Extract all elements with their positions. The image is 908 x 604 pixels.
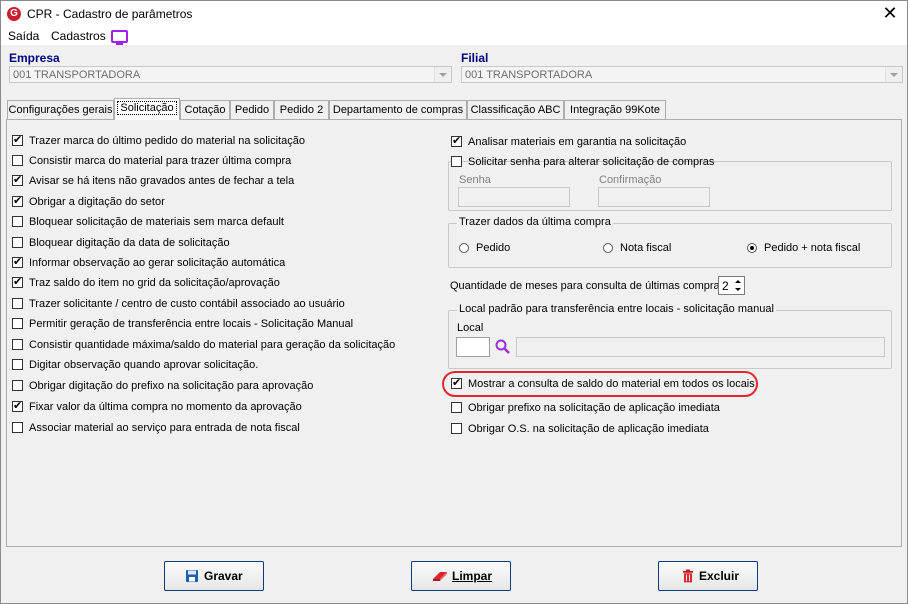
option-label: Trazer marca do último pedido do materia… bbox=[29, 135, 305, 147]
empresa-label: Empresa bbox=[9, 51, 60, 65]
eraser-icon bbox=[433, 572, 447, 581]
meses-label: Quantidade de meses para consulta de últ… bbox=[450, 280, 726, 292]
confirmacao-input[interactable] bbox=[598, 187, 710, 207]
checkbox[interactable] bbox=[451, 423, 462, 434]
main-window: G CPR - Cadastro de parâmetros ✕ Saída C… bbox=[0, 0, 908, 604]
gravar-button[interactable]: Gravar bbox=[164, 561, 264, 591]
menu-saida[interactable]: Saída bbox=[8, 29, 39, 43]
checkbox[interactable] bbox=[12, 133, 23, 147]
tab-classificacao-abc[interactable]: Classificação ABC bbox=[467, 100, 564, 119]
checkbox[interactable] bbox=[12, 339, 23, 350]
confirmacao-label: Confirmação bbox=[599, 174, 662, 186]
option-label: Trazer solicitante / centro de custo con… bbox=[29, 298, 345, 310]
radio-button[interactable] bbox=[747, 243, 757, 253]
search-icon[interactable] bbox=[494, 338, 511, 355]
checkbox[interactable] bbox=[12, 399, 23, 413]
option-label: Obrigar digitação do prefixo na solicita… bbox=[29, 380, 314, 392]
filial-label: Filial bbox=[461, 51, 489, 65]
local-code-input[interactable] bbox=[456, 337, 490, 357]
option-label: Obrigar prefixo na solicitação de aplica… bbox=[468, 402, 720, 414]
checkbox[interactable] bbox=[12, 318, 23, 329]
monitor-icon[interactable] bbox=[111, 30, 128, 45]
checkbox[interactable] bbox=[12, 359, 23, 370]
option-label: Informar observação ao gerar solicitação… bbox=[29, 257, 286, 269]
excluir-button[interactable]: Excluir bbox=[658, 561, 758, 591]
option-label: Solicitar senha para alterar solicitação… bbox=[468, 156, 715, 168]
senha-input[interactable] bbox=[458, 187, 570, 207]
checkbox[interactable] bbox=[12, 422, 23, 433]
gravar-label: Gravar bbox=[204, 569, 243, 583]
radio-label: Pedido + nota fiscal bbox=[764, 242, 861, 254]
radio-button[interactable] bbox=[603, 243, 613, 253]
checkbox[interactable] bbox=[451, 156, 462, 167]
stepper-up-icon[interactable] bbox=[734, 278, 743, 286]
stepper-down-icon[interactable] bbox=[734, 286, 743, 294]
checkbox[interactable] bbox=[451, 134, 462, 148]
option-label: Consistir quantidade máxima/saldo do mat… bbox=[29, 339, 396, 351]
tab-configuracoes-gerais[interactable]: Configurações gerais bbox=[7, 100, 114, 119]
tab-pedido-2[interactable]: Pedido 2 bbox=[274, 100, 329, 119]
checkbox[interactable] bbox=[12, 275, 23, 289]
tab-solicitacao[interactable]: Solicitação bbox=[114, 98, 180, 120]
senha-label: Senha bbox=[459, 174, 491, 186]
title-bar: G CPR - Cadastro de parâmetros ✕ bbox=[1, 1, 907, 27]
empresa-select[interactable]: 001 TRANSPORTADORA bbox=[9, 66, 452, 83]
highlight-annotation bbox=[442, 371, 758, 397]
excluir-label: Excluir bbox=[699, 569, 740, 583]
trash-icon bbox=[683, 569, 693, 583]
checkbox[interactable] bbox=[12, 298, 23, 309]
menu-bar: Saída Cadastros bbox=[1, 27, 907, 45]
checkbox[interactable] bbox=[12, 380, 23, 391]
checkbox[interactable] bbox=[12, 194, 23, 208]
meses-stepper[interactable]: 2 bbox=[718, 276, 745, 295]
checkbox[interactable] bbox=[451, 402, 462, 413]
option-label: Analisar materiais em garantia na solici… bbox=[468, 136, 687, 148]
limpar-button[interactable]: Limpar bbox=[411, 561, 511, 591]
local-label: Local bbox=[457, 322, 484, 334]
tab-cotacao[interactable]: Cotação bbox=[180, 100, 230, 119]
tab-departamento-de-compras[interactable]: Departamento de compras bbox=[329, 100, 467, 119]
close-icon[interactable]: ✕ bbox=[879, 4, 901, 24]
option-label: Obrigar O.S. na solicitação de aplicação… bbox=[468, 423, 709, 435]
radio-label: Nota fiscal bbox=[620, 242, 672, 254]
option-label: Fixar valor da última compra no momento … bbox=[29, 401, 302, 413]
filial-value: 001 TRANSPORTADORA bbox=[465, 69, 593, 81]
app-logo-icon: G bbox=[7, 7, 21, 21]
tab-pedido[interactable]: Pedido bbox=[230, 100, 274, 119]
option-label: Bloquear solicitação de materiais sem ma… bbox=[29, 216, 284, 228]
option-label: Consistir marca do material para trazer … bbox=[29, 155, 292, 167]
chevron-down-icon[interactable] bbox=[885, 67, 902, 82]
tab-integracao-99kote[interactable]: Integração 99Kote bbox=[564, 100, 666, 119]
checkbox[interactable] bbox=[12, 255, 23, 269]
limpar-label: Limpar bbox=[452, 569, 493, 583]
filial-select[interactable]: 001 TRANSPORTADORA bbox=[461, 66, 903, 83]
tab-solicitacao-label: Solicitação bbox=[117, 101, 177, 115]
option-label: Obrigar a digitação do setor bbox=[29, 196, 165, 208]
ultima-compra-title: Trazer dados da última compra bbox=[457, 216, 613, 228]
chevron-down-icon[interactable] bbox=[434, 67, 451, 82]
checkbox[interactable] bbox=[12, 237, 23, 248]
option-label: Permitir geração de transferência entre … bbox=[29, 318, 354, 330]
local-group-title: Local padrão para transferência entre lo… bbox=[457, 303, 776, 315]
checkbox[interactable] bbox=[12, 155, 23, 166]
window-title: CPR - Cadastro de parâmetros bbox=[27, 7, 193, 21]
option-label: Associar material ao serviço para entrad… bbox=[29, 422, 300, 434]
checkbox[interactable] bbox=[12, 216, 23, 227]
option-label: Avisar se há itens não gravados antes de… bbox=[29, 175, 295, 187]
option-label: Bloquear digitação da data de solicitaçã… bbox=[29, 237, 230, 249]
menu-cadastros[interactable]: Cadastros bbox=[51, 29, 106, 43]
option-label: Digitar observação quando aprovar solici… bbox=[29, 359, 259, 371]
checkbox[interactable] bbox=[12, 173, 23, 187]
save-icon bbox=[186, 570, 198, 582]
option-solicitar-senha[interactable]: Solicitar senha para alterar solicitação… bbox=[451, 155, 714, 171]
empresa-value: 001 TRANSPORTADORA bbox=[13, 69, 141, 81]
local-description bbox=[516, 337, 885, 357]
radio-button[interactable] bbox=[459, 243, 469, 253]
meses-value: 2 bbox=[722, 279, 729, 293]
radio-label: Pedido bbox=[476, 242, 511, 254]
option-label: Traz saldo do item no grid da solicitaçã… bbox=[29, 277, 280, 289]
